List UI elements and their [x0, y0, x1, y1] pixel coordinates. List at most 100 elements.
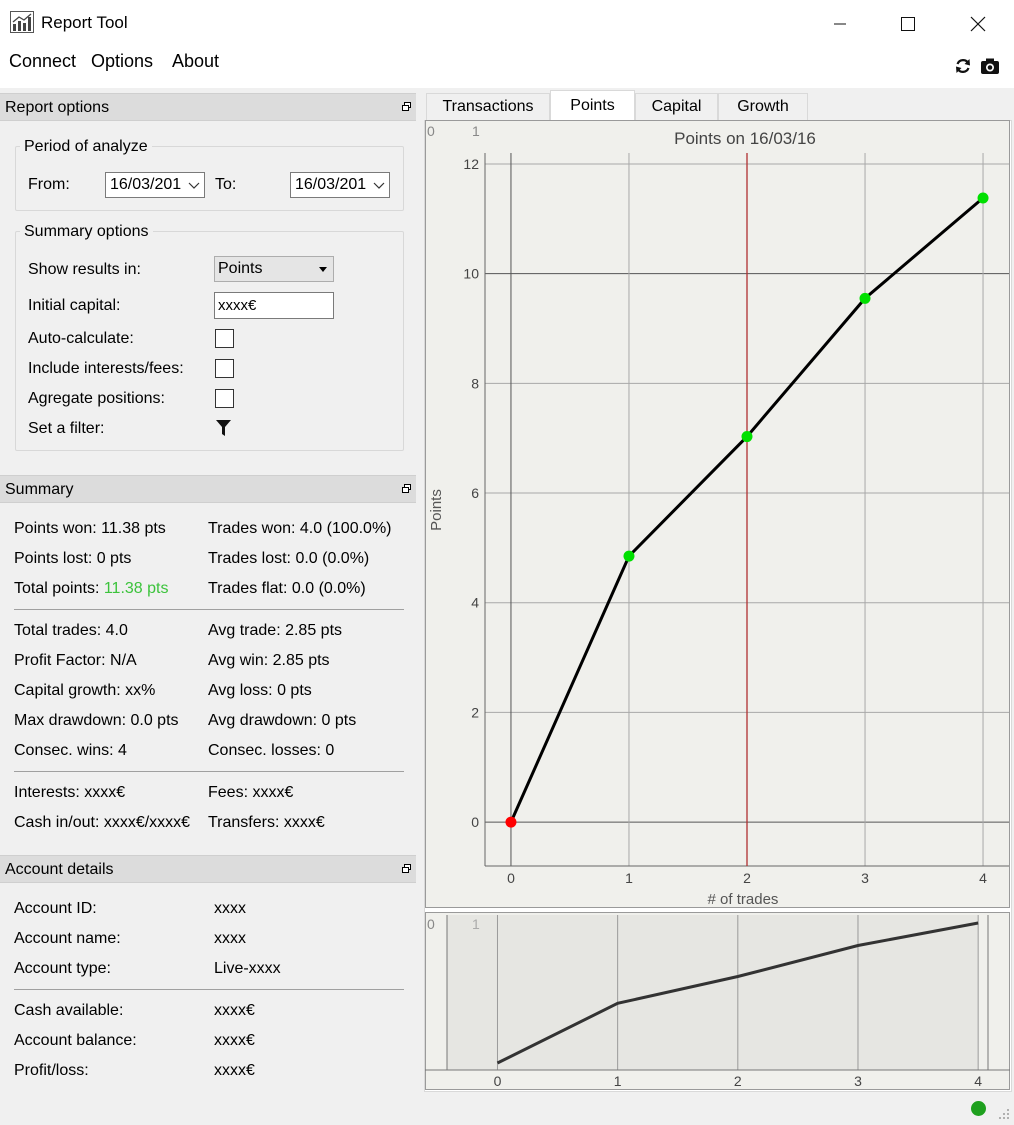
fees: Fees: xxxx€	[208, 784, 294, 801]
initial-capital-label: Initial capital:	[28, 297, 121, 314]
points-won: Points won: 11.38 pts	[14, 520, 166, 537]
from-label: From:	[28, 176, 70, 193]
auto-calculate-checkbox[interactable]	[215, 329, 234, 348]
cash-available-label: Cash available:	[14, 1002, 124, 1019]
chart-title: Points on 16/03/16	[674, 129, 816, 148]
x-tick-label: 3	[861, 870, 869, 886]
refresh-icon[interactable]	[953, 56, 973, 76]
x-tick-label: 1	[625, 870, 633, 886]
auto-calculate-label: Auto-calculate:	[28, 330, 134, 347]
undock-icon[interactable]	[402, 484, 411, 493]
account-name-value: xxxx	[214, 930, 246, 947]
period-title: Period of analyze	[20, 138, 152, 156]
chevron-down-icon	[187, 173, 201, 197]
x-tick-label: 2	[743, 870, 751, 886]
account-balance-value: xxxx€	[214, 1032, 255, 1049]
summary-options-title: Summary options	[20, 223, 153, 241]
menu-options[interactable]: Options	[91, 51, 153, 72]
account-balance-label: Account balance:	[14, 1032, 137, 1049]
max-drawdown: Max drawdown: 0.0 pts	[14, 712, 179, 729]
from-date-value: 16/03/201	[110, 176, 182, 193]
data-point	[859, 292, 871, 304]
filter-icon[interactable]	[215, 419, 232, 437]
y-tick-label: 2	[471, 704, 479, 720]
chart-background	[425, 120, 1010, 908]
divider	[14, 989, 404, 990]
divider	[14, 771, 404, 772]
overview-x-tick-label: 1	[614, 1073, 622, 1089]
data-point	[623, 550, 635, 562]
from-date-field[interactable]: 16/03/201	[105, 172, 205, 198]
avg-drawdown: Avg drawdown: 0 pts	[208, 712, 357, 729]
profit-loss-value: xxxx€	[214, 1062, 255, 1079]
total-trades: Total trades: 4.0	[14, 622, 128, 639]
total-points-label: Total points:	[14, 580, 104, 597]
initial-capital-value: xxxx€	[218, 297, 257, 314]
points-lost: Points lost: 0 pts	[14, 550, 132, 567]
y-tick-label: 10	[463, 266, 479, 282]
close-button[interactable]	[955, 0, 1001, 46]
to-date-field[interactable]: 16/03/201	[290, 172, 390, 198]
trades-flat: Trades flat: 0.0 (0.0%)	[208, 580, 366, 597]
account-type-label: Account type:	[14, 960, 111, 977]
undock-icon[interactable]	[402, 102, 411, 111]
account-details-header: Account details	[0, 855, 416, 883]
window-title: Report Tool	[41, 13, 128, 32]
menu-connect[interactable]: Connect	[9, 51, 76, 72]
avg-loss: Avg loss: 0 pts	[208, 682, 312, 699]
x-axis-label: # of trades	[708, 891, 779, 908]
corner-label: 0	[427, 916, 435, 932]
data-point	[977, 192, 989, 204]
capital-growth: Capital growth: xx%	[14, 682, 156, 699]
y-tick-label: 6	[471, 485, 479, 501]
account-name-label: Account name:	[14, 930, 121, 947]
minimize-button[interactable]	[817, 0, 863, 46]
y-tick-label: 12	[463, 156, 479, 172]
transfers: Transfers: xxxx€	[208, 814, 325, 831]
overview-chart[interactable]: 0 1 0 1 2 3 4	[425, 912, 1010, 1090]
tab-transactions[interactable]: Transactions	[426, 93, 550, 120]
account-id-label: Account ID:	[14, 900, 97, 917]
summary-header: Summary	[0, 475, 416, 503]
summary-title: Summary	[5, 481, 74, 498]
menu-about[interactable]: About	[172, 51, 219, 72]
overview-x-tick-label: 0	[494, 1073, 502, 1089]
total-points: Total points: 11.38 pts	[14, 580, 168, 598]
account-id-value: xxxx	[214, 900, 246, 917]
title-bar: Report Tool	[0, 0, 1014, 46]
show-results-select[interactable]: Points	[214, 256, 334, 282]
report-options-title: Report options	[5, 99, 110, 116]
y-tick-label: 4	[471, 595, 479, 611]
tab-points[interactable]: Points	[550, 90, 635, 121]
account-type-value: Live-xxxx	[214, 960, 281, 977]
corner-label: 0	[427, 123, 435, 139]
close-icon	[970, 16, 986, 32]
total-points-value: 11.38 pts	[103, 580, 169, 597]
trades-lost: Trades lost: 0.0 (0.0%)	[208, 550, 370, 567]
cash-available-value: xxxx€	[214, 1002, 255, 1019]
aggregate-positions-label: Agregate positions:	[28, 390, 165, 407]
y-tick-label: 0	[471, 814, 479, 830]
aggregate-positions-checkbox[interactable]	[215, 389, 234, 408]
minimize-icon	[834, 23, 846, 25]
camera-icon[interactable]	[980, 56, 1000, 76]
overview-x-tick-label: 3	[854, 1073, 862, 1089]
y-tick-label: 8	[471, 375, 479, 391]
corner-label: 1	[472, 123, 480, 139]
profit-loss-label: Profit/loss:	[14, 1062, 89, 1079]
y-axis-label: Points	[428, 489, 445, 531]
include-interests-checkbox[interactable]	[215, 359, 234, 378]
corner-label: 1	[472, 916, 480, 932]
chevron-down-icon	[372, 173, 386, 197]
points-chart[interactable]: 0 1 Points on 16/03/160246810120 1 2 3 4# of t…	[425, 120, 1010, 908]
to-label: To:	[215, 176, 237, 193]
show-results-value: Points	[218, 260, 263, 277]
to-date-value: 16/03/201	[295, 176, 367, 193]
tab-growth[interactable]: Growth	[718, 93, 808, 120]
maximize-button[interactable]	[885, 0, 931, 46]
undock-icon[interactable]	[402, 864, 411, 873]
tab-capital[interactable]: Capital	[635, 93, 718, 120]
show-results-label: Show results in:	[28, 261, 141, 278]
initial-capital-input[interactable]: xxxx€	[214, 292, 334, 319]
resize-grip-icon[interactable]	[998, 1108, 1010, 1120]
